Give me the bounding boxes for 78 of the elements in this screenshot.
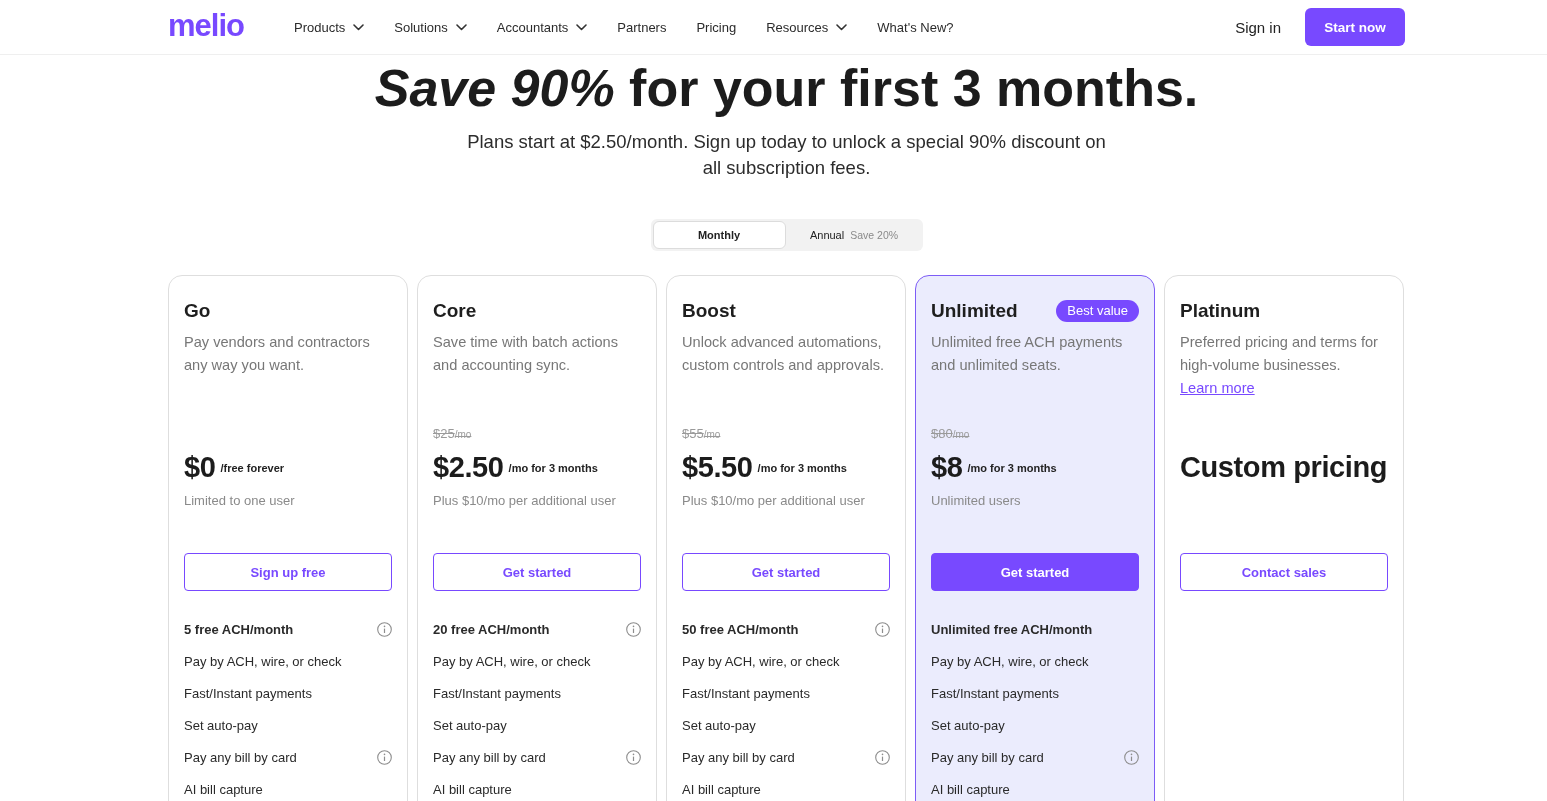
price-note: Unlimited users bbox=[931, 492, 1021, 508]
nav-link[interactable]: Products bbox=[293, 19, 365, 35]
feature-text: AI bill capture bbox=[184, 781, 263, 797]
nav-link[interactable]: Resources bbox=[766, 19, 848, 35]
plan-name: Platinum bbox=[1180, 300, 1261, 322]
price-period: /mo for 3 months bbox=[757, 462, 847, 474]
feature-text: AI bill capture bbox=[433, 781, 512, 797]
start-now-button[interactable]: Start now bbox=[1305, 8, 1405, 46]
billing-option[interactable]: Annual Save 20% bbox=[787, 221, 921, 249]
feature-text: Pay by ACH, wire, or check bbox=[433, 653, 591, 669]
plan-button[interactable]: Get started bbox=[682, 553, 890, 591]
old-price: $80/mo bbox=[931, 425, 970, 441]
plan-price: $2.50 bbox=[433, 450, 504, 484]
plan-name: Boost bbox=[682, 300, 736, 322]
plan-price: $5.50 bbox=[682, 450, 753, 484]
logo[interactable]: melio bbox=[168, 9, 244, 41]
plan-name: Unlimited bbox=[931, 300, 1018, 322]
plan-button[interactable]: Get started bbox=[433, 553, 641, 591]
feature-text: Pay any bill by card bbox=[682, 749, 795, 765]
plan-price: $0 bbox=[184, 450, 216, 484]
feature-text: AI bill capture bbox=[682, 781, 761, 797]
plan-button[interactable]: Get started bbox=[931, 553, 1139, 591]
price-note: Plus $10/mo per additional user bbox=[682, 492, 865, 508]
feature-text: Pay any bill by card bbox=[433, 749, 546, 765]
feature-text: AI bill capture bbox=[931, 781, 1010, 797]
price-period: /mo for 3 months bbox=[508, 462, 598, 474]
plan-description: Unlimited free ACH payments and unlimited seats. bbox=[931, 333, 1124, 375]
plan-name: Core bbox=[433, 300, 477, 322]
feature-text: 5 free ACH/month bbox=[184, 621, 294, 637]
nav-link[interactable]: Partners bbox=[617, 19, 667, 35]
feature-text: Set auto-pay bbox=[433, 717, 507, 733]
hero-subtitle: Plans start at $2.50/month. Sign up today to unlock a special 90% discount on all subscription fees. bbox=[466, 130, 1107, 180]
plan-description: Unlock advanced automations, custom controls and approvals. bbox=[682, 333, 885, 375]
feature-text: Fast/Instant payments bbox=[682, 685, 810, 701]
plan-badge: Best value bbox=[1056, 300, 1139, 322]
nav-link[interactable]: What's New? bbox=[877, 19, 954, 35]
feature-text: Unlimited free ACH/month bbox=[931, 621, 1093, 637]
feature-text: Fast/Instant payments bbox=[931, 685, 1059, 701]
plan-description: Save time with batch actions and accounting sync. bbox=[433, 333, 619, 375]
price-period: /free forever bbox=[220, 462, 285, 474]
feature-text: Pay any bill by card bbox=[184, 749, 297, 765]
info-icon[interactable] bbox=[626, 621, 641, 637]
feature-text: 20 free ACH/month bbox=[433, 621, 550, 637]
plan-description: Preferred pricing and terms for high-volume businesses. Learn more bbox=[1180, 333, 1379, 398]
feature-text: Pay any bill by card bbox=[931, 749, 1044, 765]
plan-description: Pay vendors and contractors any way you want. bbox=[184, 333, 371, 375]
old-price: $55/mo bbox=[682, 425, 721, 441]
info-icon[interactable] bbox=[377, 621, 392, 637]
billing-option[interactable]: Monthly bbox=[652, 221, 786, 249]
learn-more-link[interactable]: Learn more bbox=[1180, 380, 1255, 396]
info-icon[interactable] bbox=[626, 749, 641, 765]
price-period: /mo for 3 months bbox=[967, 462, 1057, 474]
nav-link[interactable]: Accountants bbox=[496, 19, 588, 35]
nav-link[interactable]: Solutions bbox=[394, 19, 467, 35]
feature-text: Pay by ACH, wire, or check bbox=[682, 653, 840, 669]
price-note: Limited to one user bbox=[184, 492, 295, 508]
info-icon[interactable] bbox=[377, 749, 392, 765]
sign-in-link[interactable]: Sign in bbox=[1235, 18, 1281, 36]
feature-text: Pay by ACH, wire, or check bbox=[931, 653, 1089, 669]
feature-text: Set auto-pay bbox=[184, 717, 258, 733]
info-icon[interactable] bbox=[875, 749, 890, 765]
plan-name: Go bbox=[184, 300, 211, 322]
feature-text: Pay by ACH, wire, or check bbox=[184, 653, 342, 669]
feature-text: Set auto-pay bbox=[931, 717, 1005, 733]
price-note: Plus $10/mo per additional user bbox=[433, 492, 616, 508]
nav-link[interactable]: Pricing bbox=[696, 19, 737, 35]
info-icon[interactable] bbox=[875, 621, 890, 637]
info-icon[interactable] bbox=[1124, 749, 1139, 765]
feature-text: Fast/Instant payments bbox=[184, 685, 312, 701]
plan-price: Custom pricing bbox=[1180, 450, 1388, 484]
feature-text: 50 free ACH/month bbox=[682, 621, 799, 637]
plan-button[interactable]: Contact sales bbox=[1180, 553, 1388, 591]
plan-price: $8 bbox=[931, 450, 963, 484]
hero-title: Save 90% for your first 3 months. bbox=[373, 58, 1200, 118]
feature-text: Fast/Instant payments bbox=[433, 685, 561, 701]
old-price: $25/mo bbox=[433, 425, 472, 441]
feature-text: Set auto-pay bbox=[682, 717, 756, 733]
plan-button[interactable]: Sign up free bbox=[184, 553, 392, 591]
